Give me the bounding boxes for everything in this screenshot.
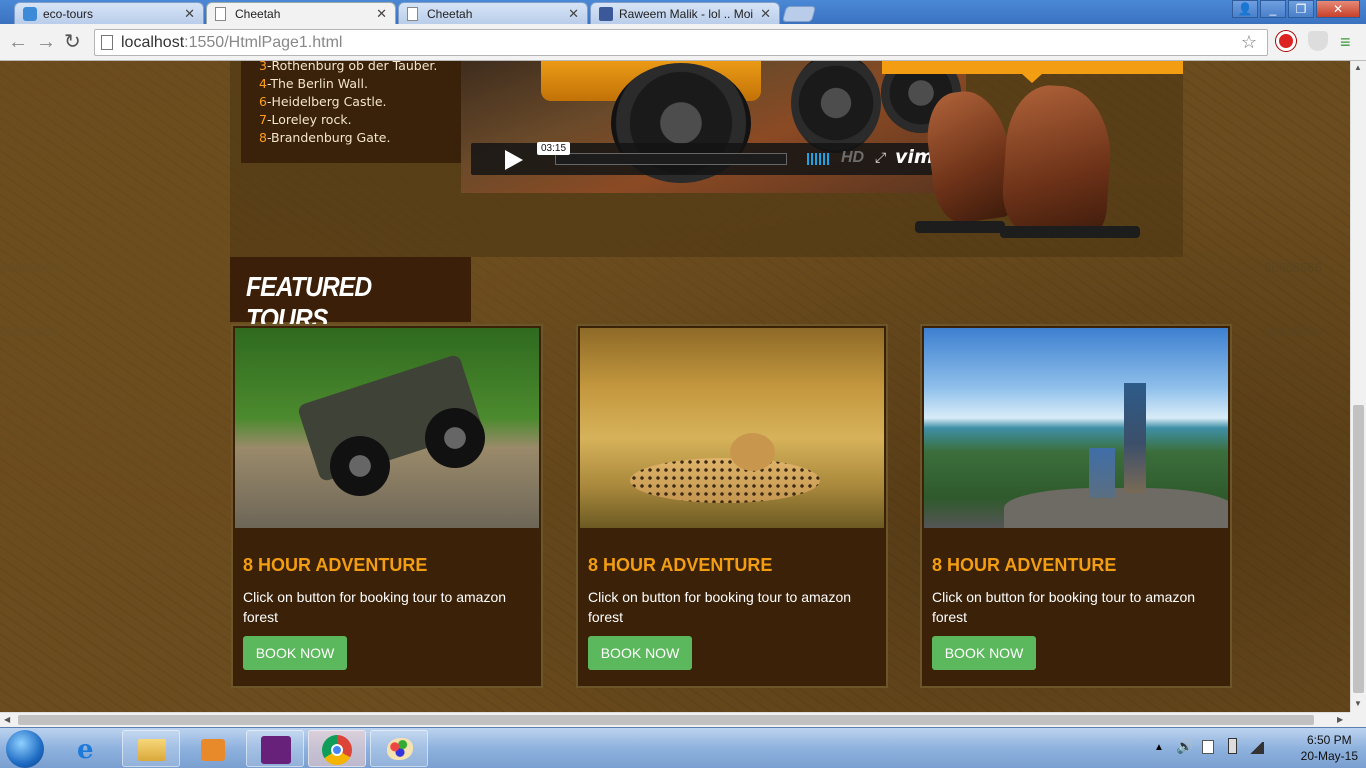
card-title: 8 HOUR ADVENTURE (243, 555, 428, 575)
scroll-up-icon[interactable]: ▲ (1354, 63, 1362, 72)
clock[interactable]: 6:50 PM 20-May-15 (1301, 732, 1358, 764)
close-tab-icon[interactable]: ✕ (376, 6, 387, 22)
tab-eco-tours[interactable]: eco-tours ✕ (14, 2, 204, 24)
adblock-extension-icon[interactable] (1276, 31, 1296, 51)
list-item: 8-Brandenburg Gate. (259, 130, 391, 145)
minimize-button[interactable]: _ (1260, 0, 1286, 18)
clock-time: 6:50 PM (1306, 733, 1352, 747)
bookmark-star-icon[interactable]: ☆ (1241, 32, 1257, 53)
hd-button[interactable]: HD (841, 149, 864, 167)
tab-facebook[interactable]: Raweem Malik - lol .. Moi ✕ (590, 2, 780, 24)
file-explorer-icon[interactable] (122, 730, 180, 767)
destinations-list: 3-Rothenburg ob der Tauber. 4-The Berlin… (241, 61, 461, 163)
battery-icon[interactable] (1228, 738, 1237, 754)
tour-card: 8 HOUR ADVENTURE Click on button for boo… (920, 324, 1232, 688)
list-item: 4-The Berlin Wall. (259, 76, 368, 91)
orange-banner-strip (882, 61, 1183, 74)
card-title: 8 HOUR ADVENTURE (932, 555, 1117, 575)
signal-icon[interactable] (1248, 742, 1264, 754)
restore-button[interactable]: ❐ (1288, 0, 1314, 18)
page-favicon-icon (215, 7, 226, 21)
card-title: 8 HOUR ADVENTURE (588, 555, 773, 575)
vertical-scroll-thumb[interactable] (1353, 405, 1364, 693)
clock-date: 20-May-15 (1300, 749, 1358, 763)
video-time-tooltip: 03:15 (537, 142, 571, 155)
ghost-text: 66666666 (0, 324, 58, 339)
forward-arrow-icon[interactable]: → (36, 32, 56, 52)
tour-card: 8 HOUR ADVENTURE Click on button for boo… (576, 324, 888, 688)
list-item: 3-Rothenburg ob der Tauber. (259, 61, 438, 73)
internet-explorer-icon[interactable]: e (62, 730, 120, 767)
horizontal-scroll-thumb[interactable] (18, 715, 1314, 725)
shield-extension-icon[interactable] (1308, 31, 1328, 51)
paint-icon[interactable] (370, 730, 428, 767)
jeep-photo (235, 328, 539, 528)
tab-label: Raweem Malik - lol .. Moi (619, 7, 754, 21)
back-arrow-icon[interactable]: ← (8, 32, 28, 52)
tab-cheetah-active[interactable]: Cheetah ✕ (206, 2, 396, 25)
network-error-icon[interactable] (1202, 740, 1214, 754)
close-tab-icon[interactable]: ✕ (760, 6, 771, 22)
new-tab-button[interactable] (781, 6, 817, 22)
play-icon[interactable] (505, 150, 523, 170)
url-path: :1550/HtmlPage1.html (184, 34, 343, 51)
volume-icon[interactable] (807, 153, 831, 165)
card-description: Click on button for booking tour to amaz… (243, 589, 507, 625)
browser-toolbar: ← → ↻ localhost:1550/HtmlPage1.html ☆ ≡ (0, 24, 1366, 61)
windows-taskbar: e ▲ 🔊 6:50 PM 20-May-15 (0, 727, 1366, 768)
menu-icon[interactable]: ≡ (1340, 32, 1351, 52)
video-progress-bar[interactable] (555, 153, 787, 165)
page-icon (101, 35, 113, 50)
user-icon[interactable]: 👤 (1232, 0, 1258, 18)
close-window-button[interactable]: ✕ (1316, 0, 1360, 18)
orange-banner-notch (1022, 74, 1042, 83)
tab-label: Cheetah (235, 7, 281, 21)
url-host: localhost (121, 34, 185, 51)
close-tab-icon[interactable]: ✕ (568, 6, 579, 22)
featured-tours-heading: FEATURED TOURS (230, 257, 471, 334)
address-bar[interactable]: localhost:1550/HtmlPage1.html ☆ (94, 29, 1268, 56)
tour-card: 8 HOUR ADVENTURE Click on button for boo… (231, 324, 543, 688)
scrollbar-corner (1350, 712, 1366, 727)
ghost-text: 66666666 (1264, 324, 1322, 339)
hikers-photo (924, 328, 1228, 528)
book-now-button[interactable]: BOOK NOW (243, 636, 347, 670)
ghost-text: 66666666 (0, 260, 58, 275)
card-description: Click on button for booking tour to amaz… (932, 589, 1196, 625)
book-now-button[interactable]: BOOK NOW (588, 636, 692, 670)
vertical-scrollbar[interactable]: ▲ ▼ (1350, 61, 1366, 712)
list-item: 7-Loreley rock. (259, 112, 352, 127)
window-controls: 👤 _ ❐ ✕ (1232, 0, 1360, 18)
facebook-favicon-icon (599, 7, 613, 21)
joomla-favicon-icon (23, 7, 37, 21)
start-button[interactable] (6, 730, 44, 768)
tray-expand-icon[interactable]: ▲ (1154, 742, 1164, 753)
chrome-icon[interactable] (308, 730, 366, 767)
scroll-left-icon[interactable]: ◀ (4, 715, 10, 724)
reload-icon[interactable]: ↻ (64, 32, 81, 52)
wheel-shape (791, 61, 881, 153)
page-favicon-icon (407, 7, 418, 21)
media-player-icon[interactable] (184, 730, 242, 767)
close-tab-icon[interactable]: ✕ (184, 6, 195, 22)
fullscreen-icon[interactable]: ⤢ (875, 149, 886, 166)
vimeo-video-player[interactable]: HD ⤢ vimeo (461, 61, 966, 193)
web-page: 66666666 66666666 66666666 66666666 3-Ro… (0, 61, 1350, 712)
card-description: Click on button for booking tour to amaz… (588, 589, 852, 625)
volume-tray-icon[interactable]: 🔊 (1176, 738, 1193, 755)
book-now-button[interactable]: BOOK NOW (932, 636, 1036, 670)
scroll-down-icon[interactable]: ▼ (1354, 699, 1362, 708)
list-item: 6-Heidelberg Castle. (259, 94, 387, 109)
visual-studio-icon[interactable] (246, 730, 304, 767)
horizontal-scrollbar[interactable]: ◀ ▶ (0, 712, 1350, 727)
tab-label: eco-tours (43, 7, 94, 21)
scroll-right-icon[interactable]: ▶ (1337, 715, 1343, 724)
cheetah-photo (580, 328, 884, 528)
tab-cheetah[interactable]: Cheetah ✕ (398, 2, 588, 24)
ghost-text: 66666666 (1264, 260, 1322, 275)
tab-label: Cheetah (427, 7, 473, 21)
browser-tab-strip: eco-tours ✕ Cheetah ✕ Cheetah ✕ Raweem M… (0, 0, 1366, 25)
